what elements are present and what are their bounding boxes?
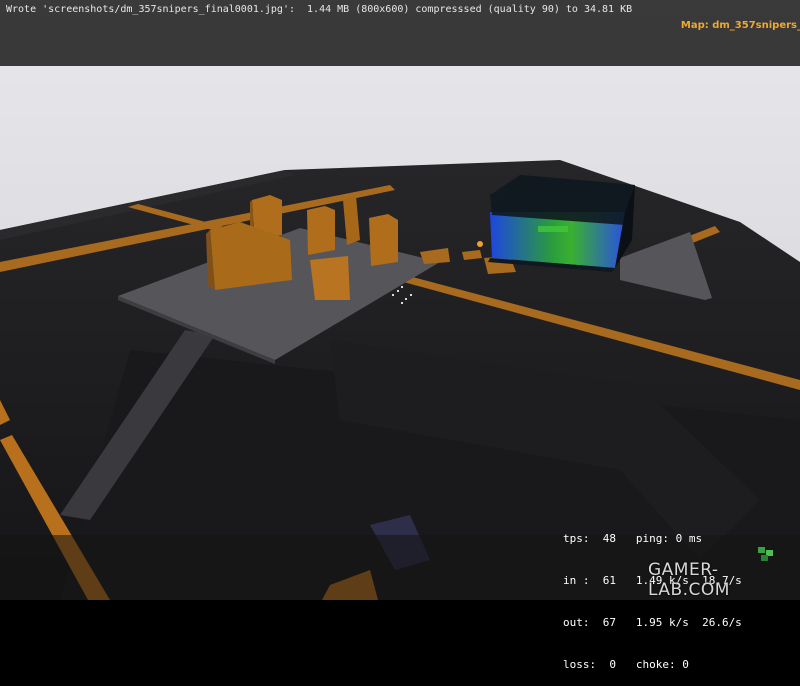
- water-box: [488, 175, 635, 272]
- netgraph-row: out: 67 1.95 k/s 26.6/s: [563, 616, 742, 629]
- netgraph-row: loss: 0 choke: 0: [563, 658, 689, 671]
- console-message: Wrote 'screenshots/dm_357snipers_final00…: [6, 4, 633, 15]
- watermark: GAMER-LAB.COM: [648, 560, 730, 600]
- crosshair-icon: [392, 286, 412, 306]
- map-name-label: Map: dm_357snipers_: [680, 20, 800, 31]
- light-spark: [477, 241, 483, 247]
- netgraph-row: tps: 48 ping: 0 ms: [563, 532, 703, 545]
